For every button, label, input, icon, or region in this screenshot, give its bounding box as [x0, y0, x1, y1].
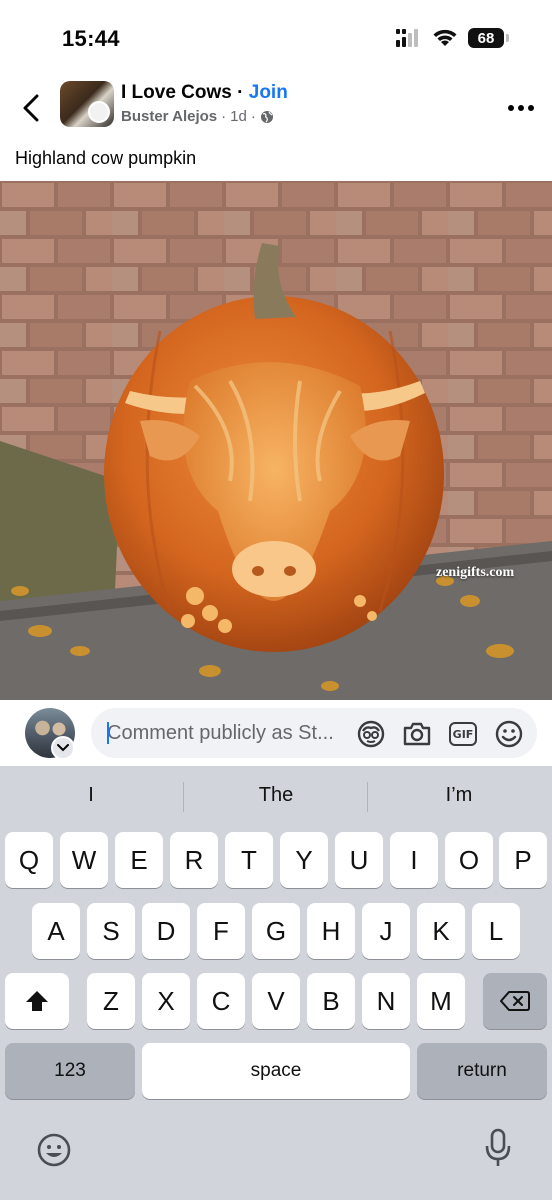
key-r[interactable]: R: [170, 832, 218, 888]
camera-icon[interactable]: [401, 718, 433, 750]
key-q[interactable]: Q: [5, 832, 53, 888]
microphone-icon[interactable]: [478, 1128, 518, 1168]
gif-label: GIF: [449, 722, 477, 746]
suggestion-3[interactable]: I’m: [369, 784, 549, 807]
key-s[interactable]: S: [87, 903, 135, 959]
text-caret: [107, 722, 109, 744]
emoji-keyboard-icon[interactable]: [34, 1130, 74, 1170]
numbers-key[interactable]: 123: [5, 1043, 135, 1099]
key-i[interactable]: I: [390, 832, 438, 888]
post-meta: Buster Alejos · 1d ·: [121, 108, 274, 125]
more-dot: [528, 105, 534, 111]
key-t[interactable]: T: [225, 832, 273, 888]
keyboard: I The I’m Q W E R T Y U I O P A S D F G …: [0, 766, 552, 1200]
shift-key[interactable]: [5, 973, 69, 1029]
back-button[interactable]: [16, 90, 46, 126]
key-x[interactable]: X: [142, 973, 190, 1029]
comment-bar: Comment publicly as St... GIF: [0, 700, 552, 766]
group-name[interactable]: I Love Cows: [121, 82, 232, 103]
suggestion-divider: [183, 782, 184, 812]
suggestion-divider: [367, 782, 368, 812]
space-key[interactable]: space: [142, 1043, 410, 1099]
more-options-button[interactable]: [504, 94, 538, 122]
shift-icon: [26, 991, 48, 1011]
key-u[interactable]: U: [335, 832, 383, 888]
chevron-left-icon: [23, 94, 39, 122]
delete-key[interactable]: [483, 973, 547, 1029]
key-v[interactable]: V: [252, 973, 300, 1029]
comment-input[interactable]: Comment publicly as St... GIF: [91, 708, 537, 758]
backspace-icon: [500, 991, 530, 1011]
post-age[interactable]: 1d: [230, 108, 247, 125]
profile-switch-button[interactable]: [51, 736, 75, 760]
key-d[interactable]: D: [142, 903, 190, 959]
key-z[interactable]: Z: [87, 973, 135, 1029]
chevron-down-icon: [57, 744, 69, 752]
key-b[interactable]: B: [307, 973, 355, 1029]
return-key[interactable]: return: [417, 1043, 547, 1099]
battery-level: 68: [477, 29, 495, 47]
key-w[interactable]: W: [60, 832, 108, 888]
key-p[interactable]: P: [499, 832, 547, 888]
key-h[interactable]: H: [307, 903, 355, 959]
key-j[interactable]: J: [362, 903, 410, 959]
status-bar: 15:44 68: [0, 0, 552, 80]
avatar-sticker-icon[interactable]: [355, 718, 387, 750]
key-m[interactable]: M: [417, 973, 465, 1029]
key-y[interactable]: Y: [280, 832, 328, 888]
key-g[interactable]: G: [252, 903, 300, 959]
signal-icon: [396, 29, 418, 47]
suggestion-2[interactable]: The: [186, 784, 366, 807]
meta-dot: ·: [221, 108, 227, 125]
post-caption: Highland cow pumpkin: [15, 148, 197, 168]
author-name[interactable]: Buster Alejos: [121, 108, 217, 125]
post-title: I Love Cows · Join: [121, 82, 288, 104]
more-dot: [518, 105, 524, 111]
post-photo[interactable]: zenigifts.com: [0, 181, 552, 700]
post-header: I Love Cows · Join Buster Alejos · 1d ·: [0, 76, 552, 140]
group-avatar[interactable]: [60, 81, 114, 127]
title-separator: ·: [231, 82, 249, 103]
key-o[interactable]: O: [445, 832, 493, 888]
key-k[interactable]: K: [417, 903, 465, 959]
key-e[interactable]: E: [115, 832, 163, 888]
pumpkin-photo: [0, 181, 552, 700]
comment-placeholder: Comment publicly as St...: [107, 722, 334, 744]
key-l[interactable]: L: [472, 903, 520, 959]
wifi-icon: [433, 29, 457, 46]
key-c[interactable]: C: [197, 973, 245, 1029]
member-avatar: [88, 101, 110, 123]
globe-icon: [260, 110, 273, 123]
suggestion-1[interactable]: I: [1, 784, 181, 807]
key-a[interactable]: A: [32, 903, 80, 959]
join-button[interactable]: Join: [249, 82, 288, 103]
key-n[interactable]: N: [362, 973, 410, 1029]
status-time: 15:44: [62, 26, 120, 51]
more-dot: [508, 105, 514, 111]
gif-icon[interactable]: GIF: [447, 718, 479, 750]
meta-dot: ·: [250, 108, 256, 125]
status-icons: 68: [396, 28, 509, 48]
emoji-icon[interactable]: [493, 718, 525, 750]
key-f[interactable]: F: [197, 903, 245, 959]
battery-icon: 68: [468, 28, 509, 48]
photo-watermark: zenigifts.com: [436, 565, 515, 580]
